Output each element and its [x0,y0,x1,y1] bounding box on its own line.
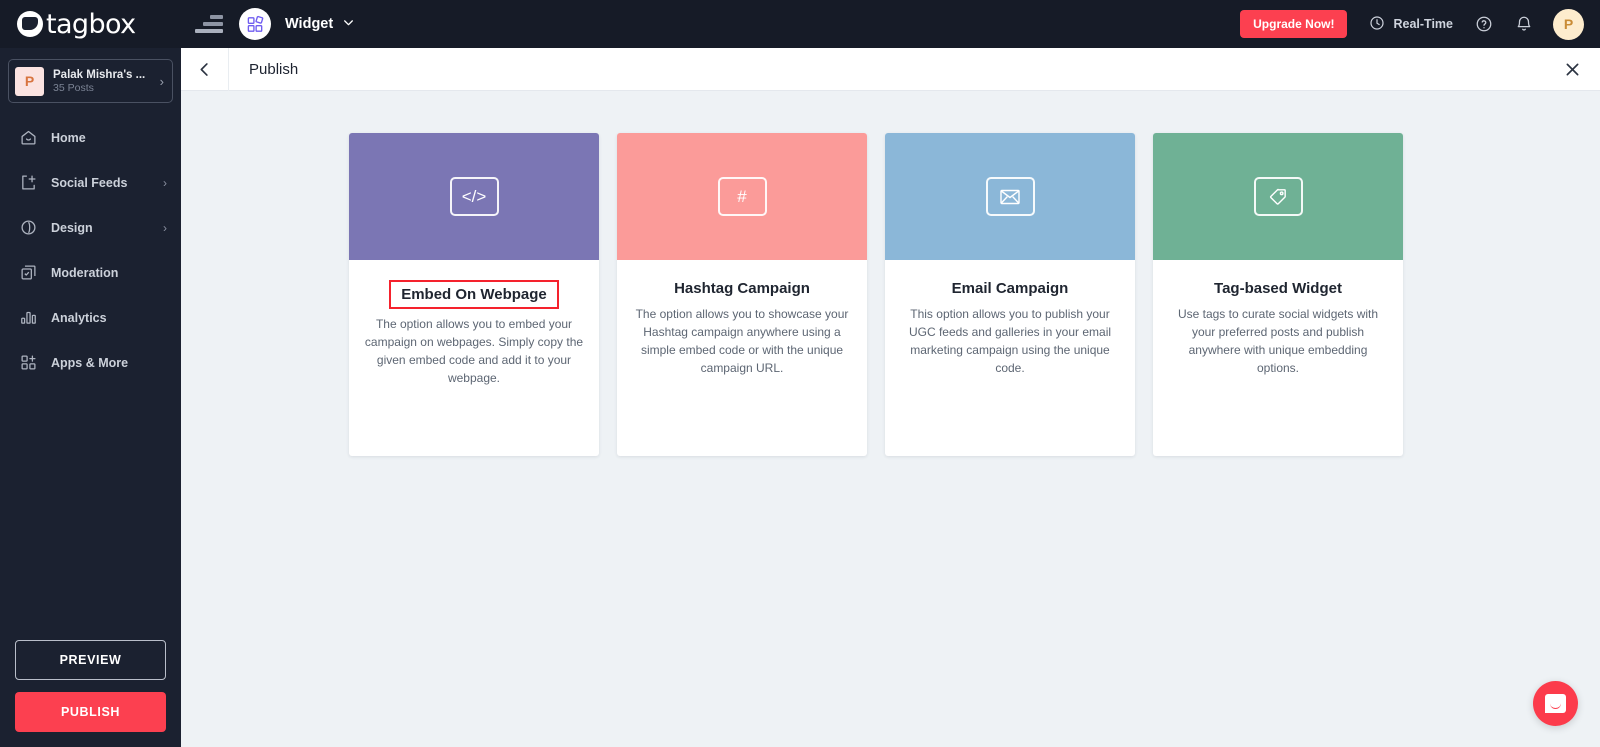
card-header [885,133,1135,260]
sidebar-item-label: Home [51,130,86,145]
back-button[interactable] [181,47,229,91]
workspace-posts-count: 35 Posts [53,81,94,94]
intercom-chat-icon[interactable] [1533,681,1578,726]
workspace-avatar: P [15,66,44,96]
card-header: # [617,133,867,260]
real-time-toggle[interactable]: Real-Time [1369,15,1453,34]
analytics-icon [18,308,38,328]
chevron-right-icon: › [159,73,164,89]
card-title: Hashtag Campaign [674,280,810,297]
card-body: Embed On Webpage The option allows you t… [349,260,599,387]
sidebar-item-design[interactable]: Design › [0,205,181,250]
add-feed-icon [18,173,38,193]
sidebar-item-label: Design [51,220,93,235]
sidebar-actions: PREVIEW PUBLISH [0,640,181,747]
bell-icon[interactable] [1515,15,1533,33]
chevron-down-icon[interactable] [342,16,355,32]
sidebar-item-home[interactable]: Home [0,115,181,160]
moderation-icon [18,263,38,283]
sidebar: tagbox P Palak Mishra's ... 35 Posts › H… [0,0,181,747]
sidebar-nav: Home Social Feeds › Design › Moderation … [0,115,181,640]
main-area: Widget Upgrade Now! Real-Time P Publish … [181,0,1600,747]
card-description: The option allows you to embed your camp… [364,317,584,385]
widget-menu-label[interactable]: Widget [285,16,333,32]
card-description: The option allows you to showcase your H… [635,307,849,375]
publish-cards-grid: </> Embed On Webpage The option allows y… [181,133,1600,456]
design-icon [18,218,38,238]
sidebar-item-social-feeds[interactable]: Social Feeds › [0,160,181,205]
tagbox-logo-icon [17,11,43,37]
page-header-bar: Publish [181,47,1600,91]
card-body: Hashtag Campaign The option allows you t… [617,260,867,377]
workspace-name: Palak Mishra's ... [53,68,146,81]
publish-card-embed-on-webpage[interactable]: </> Embed On Webpage The option allows y… [349,133,599,456]
app-root: tagbox P Palak Mishra's ... 35 Posts › H… [0,0,1600,747]
apps-icon [18,353,38,373]
close-icon[interactable] [1544,48,1600,91]
envelope-icon [985,177,1035,216]
chevron-right-icon: › [163,220,167,235]
sidebar-item-label: Analytics [51,310,107,325]
page-title: Publish [249,60,299,78]
stacked-bars-icon[interactable] [195,13,223,35]
help-circle-icon[interactable] [1475,15,1493,33]
sidebar-item-apps-and-more[interactable]: Apps & More [0,340,181,385]
clock-icon [1369,15,1385,34]
sidebar-item-label: Apps & More [51,355,129,370]
upgrade-now-button[interactable]: Upgrade Now! [1240,10,1348,38]
publish-options-content: </> Embed On Webpage The option allows y… [181,91,1600,747]
publish-button[interactable]: PUBLISH [15,692,166,732]
sidebar-item-label: Social Feeds [51,175,128,190]
card-title: Embed On Webpage [389,280,559,309]
card-body: Email Campaign This option allows you to… [885,260,1135,377]
workspace-text: Palak Mishra's ... 35 Posts [53,68,160,95]
user-avatar[interactable]: P [1553,8,1584,40]
chevron-right-icon: › [163,175,167,190]
card-header [1153,133,1403,260]
workspace-selector[interactable]: P Palak Mishra's ... 35 Posts › [8,59,173,103]
real-time-label: Real-Time [1393,17,1453,31]
hashtag-glyph: # [737,187,747,206]
home-icon [18,128,38,148]
logo[interactable]: tagbox [0,0,181,48]
publish-card-hashtag-campaign[interactable]: # Hashtag Campaign The option allows you… [617,133,867,456]
top-bar: Widget Upgrade Now! Real-Time P [181,0,1600,48]
hashtag-icon: # [717,177,767,216]
preview-button[interactable]: PREVIEW [15,640,166,680]
code-glyph: </> [461,187,487,206]
code-icon: </> [449,177,499,216]
chat-bubble-shape [1545,694,1566,713]
sidebar-item-moderation[interactable]: Moderation [0,250,181,295]
card-title: Email Campaign [951,280,1069,297]
card-body: Tag-based Widget Use tags to curate soci… [1153,260,1403,377]
card-description: Use tags to curate social widgets with y… [1177,307,1379,375]
widget-grid-icon[interactable] [239,8,271,40]
sidebar-item-label: Moderation [51,265,119,280]
sidebar-item-analytics[interactable]: Analytics [0,295,181,340]
logo-text: tagbox [46,8,136,40]
tag-icon [1253,177,1303,216]
card-description: This option allows you to publish your U… [908,307,1112,375]
card-header: </> [349,133,599,260]
publish-card-email-campaign[interactable]: Email Campaign This option allows you to… [885,133,1135,456]
card-title: Tag-based Widget [1214,280,1342,297]
publish-card-tag-based-widget[interactable]: Tag-based Widget Use tags to curate soci… [1153,133,1403,456]
